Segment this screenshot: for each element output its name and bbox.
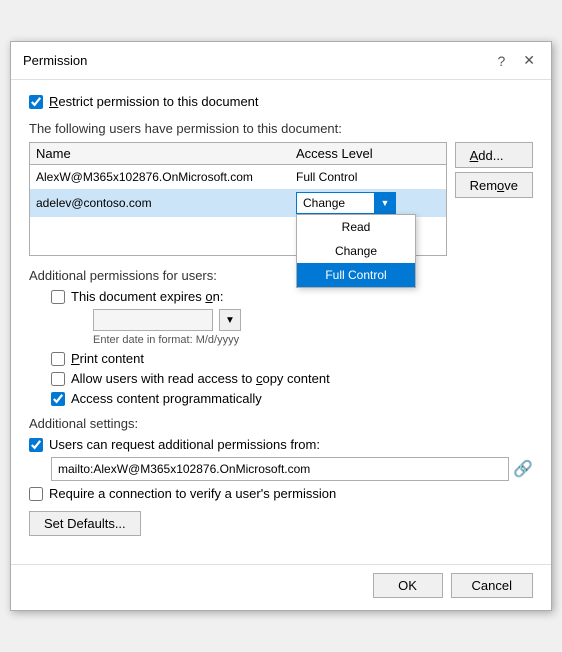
- restrict-label: Restrict permission to this document: [49, 94, 259, 109]
- additional-settings-label: Additional settings:: [29, 416, 533, 431]
- ok-button[interactable]: OK: [373, 573, 443, 598]
- additional-permissions-options: This document expires on: ▼ Enter date i…: [29, 289, 533, 406]
- dialog-title: Permission: [23, 53, 87, 68]
- additional-permissions-section: Additional permissions for users: This d…: [29, 268, 533, 406]
- additional-permissions-label: Additional permissions for users:: [29, 268, 533, 283]
- table-row[interactable]: AlexW@M365x102876.OnMicrosoft.com Full C…: [30, 165, 446, 189]
- expires-row: This document expires on:: [51, 289, 533, 304]
- users-section-label: The following users have permission to t…: [29, 121, 533, 136]
- print-row: Print content: [51, 351, 533, 366]
- help-button[interactable]: ?: [493, 51, 509, 71]
- col-name-header: Name: [36, 146, 296, 161]
- email-input-row: mailto:AlexW@M365x102876.OnMicrosoft.com…: [29, 457, 533, 481]
- print-label: Print content: [71, 351, 144, 366]
- user-name-cell: AlexW@M365x102876.OnMicrosoft.com: [36, 170, 296, 184]
- request-permissions-checkbox[interactable]: [29, 438, 43, 452]
- user-name-cell: adelev@contoso.com: [36, 196, 296, 210]
- defaults-row: Set Defaults...: [29, 511, 533, 536]
- programmatic-label: Access content programmatically: [71, 391, 262, 406]
- access-dropdown: Read Change Full Control: [296, 214, 416, 288]
- link-icon: 🔗: [513, 459, 533, 479]
- additional-settings-section: Additional settings: Users can request a…: [29, 416, 533, 501]
- close-button[interactable]: ✕: [519, 50, 539, 71]
- request-permissions-row: Users can request additional permissions…: [29, 437, 533, 452]
- date-dropdown-icon[interactable]: ▼: [219, 309, 241, 331]
- expires-checkbox[interactable]: [51, 290, 65, 304]
- title-bar: Permission ? ✕: [11, 42, 551, 80]
- email-input[interactable]: mailto:AlexW@M365x102876.OnMicrosoft.com: [51, 457, 509, 481]
- connection-label: Require a connection to verify a user's …: [49, 486, 336, 501]
- title-bar-buttons: ? ✕: [493, 50, 539, 71]
- restrict-row: Restrict permission to this document: [29, 94, 533, 109]
- request-permissions-label: Users can request additional permissions…: [49, 437, 320, 452]
- dialog-content: Restrict permission to this document The…: [11, 80, 551, 564]
- remove-button[interactable]: Remove: [455, 172, 533, 198]
- date-input-row: ▼: [51, 309, 533, 331]
- programmatic-checkbox[interactable]: [51, 392, 65, 406]
- date-hint: Enter date in format: M/d/yyyy: [51, 334, 533, 346]
- users-table: Name Access Level AlexW@M365x102876.OnMi…: [29, 142, 447, 256]
- user-access-dropdown-cell: Read Change Full Control Read Change Ful…: [296, 192, 440, 214]
- permission-dialog: Permission ? ✕ Restrict permission to th…: [10, 41, 552, 611]
- connection-row: Require a connection to verify a user's …: [29, 486, 533, 501]
- table-row[interactable]: adelev@contoso.com Read Change Full Cont…: [30, 189, 446, 217]
- copy-checkbox[interactable]: [51, 372, 65, 386]
- access-level-select[interactable]: Read Change Full Control: [296, 192, 396, 214]
- restrict-checkbox[interactable]: [29, 95, 43, 109]
- copy-label: Allow users with read access to copy con…: [71, 371, 330, 386]
- col-access-header: Access Level: [296, 146, 440, 161]
- copy-row: Allow users with read access to copy con…: [51, 371, 533, 386]
- table-header: Name Access Level: [30, 143, 446, 165]
- table-side-buttons: Add... Remove: [455, 142, 533, 256]
- access-select-wrapper: Read Change Full Control Read Change Ful…: [296, 192, 396, 214]
- connection-checkbox[interactable]: [29, 487, 43, 501]
- user-access-cell: Full Control: [296, 170, 440, 184]
- dropdown-fullcontrol-option[interactable]: Full Control: [297, 263, 415, 287]
- expires-label: This document expires on:: [71, 289, 223, 304]
- add-button[interactable]: Add...: [455, 142, 533, 168]
- dropdown-read-option[interactable]: Read: [297, 215, 415, 239]
- dropdown-change-option[interactable]: Change: [297, 239, 415, 263]
- programmatic-row: Access content programmatically: [51, 391, 533, 406]
- dialog-footer: OK Cancel: [11, 564, 551, 610]
- set-defaults-button[interactable]: Set Defaults...: [29, 511, 141, 536]
- cancel-button[interactable]: Cancel: [451, 573, 533, 598]
- date-input[interactable]: [93, 309, 213, 331]
- print-checkbox[interactable]: [51, 352, 65, 366]
